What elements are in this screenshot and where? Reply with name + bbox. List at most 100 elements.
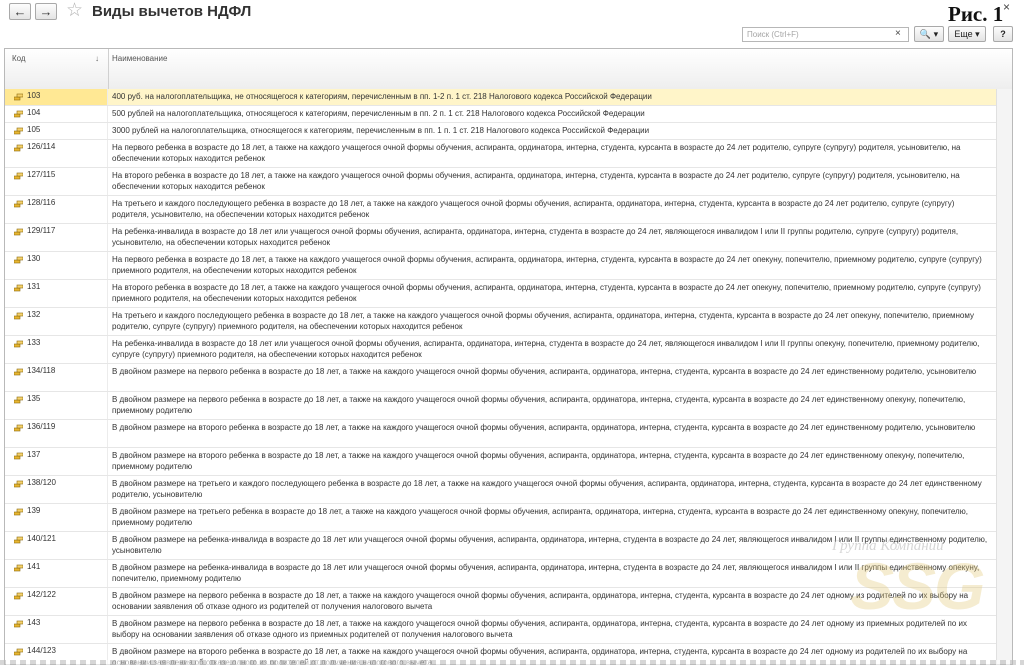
name-value: 400 руб. на налогоплательщика, не относя… [112,92,652,101]
name-value: В двойном размере на третьего и каждого … [112,479,982,499]
code-cell: 105 [5,123,108,139]
catalog-item-icon [14,200,23,208]
code-cell: 140/121 [5,532,108,559]
search-icon: 🔍 ▾ [919,29,939,39]
name-value: В двойном размере на первого ребенка в в… [112,395,966,415]
code-cell: 126/114 [5,140,108,167]
deductions-table: Код ↓ Наименование 103 400 руб. на налого… [4,48,1013,665]
code-value: 126/114 [27,142,56,151]
table-row[interactable]: 132 На третьего и каждого последующего ре… [5,308,996,336]
name-value: 3000 рублей на налогоплательщика, относя… [112,126,650,135]
catalog-item-icon [14,368,23,376]
table-row[interactable]: 126/114 На первого ребенка в возрасте до … [5,140,996,168]
sort-arrow-icon: ↓ [95,54,99,63]
forward-button[interactable]: → [35,3,57,20]
code-value: 128/116 [27,198,56,207]
table-row[interactable]: 133 На ребенка-инвалида в возрасте до 18 … [5,336,996,364]
star-icon[interactable]: ☆ [66,1,83,21]
code-value: 141 [27,562,41,571]
figure-label: Рис. 1 [948,2,1004,26]
search-placeholder: Поиск (Ctrl+F) [747,30,799,39]
table-row[interactable]: 103 400 руб. на налогоплательщика, не отн… [5,89,996,106]
back-button[interactable]: ← [9,3,31,20]
column-header-code[interactable]: Код [12,54,26,63]
name-value: На ребенка-инвалида в возрасте до 18 лет… [112,227,959,247]
code-cell: 138/120 [5,476,108,503]
more-button[interactable]: Еще ▾ [948,26,986,42]
catalog-item-icon [14,508,23,516]
clear-search-icon[interactable]: × [895,28,901,39]
catalog-item-icon [14,424,23,432]
table-row[interactable]: 127/115 На второго ребенка в возрасте до … [5,168,996,196]
table-row[interactable]: 128/116 На третьего и каждого последующег… [5,196,996,224]
table-row[interactable]: 131 На второго ребенка в возрасте до 18 л… [5,280,996,308]
code-value: 104 [27,108,41,117]
torn-edge-decoration [0,660,1024,665]
code-cell: 134/118 [5,364,108,391]
table-row[interactable]: 138/120 В двойном размере на третьего и к… [5,476,996,504]
code-value: 131 [27,282,41,291]
code-value: 132 [27,310,41,319]
code-cell: 141 [5,560,108,587]
close-icon[interactable]: × [1003,0,1010,14]
arrow-left-icon: ← [13,4,27,19]
name-value: В двойном размере на ребенка-инвалида в … [112,535,988,555]
help-icon: ? [1000,29,1006,39]
code-value: 143 [27,618,41,627]
catalog-item-icon [14,452,23,460]
code-value: 138/120 [27,478,56,487]
vertical-scrollbar[interactable] [996,89,1012,664]
table-row[interactable]: 136/119 В двойном размере на второго ребе… [5,420,996,448]
code-value: 135 [27,394,41,403]
code-cell: 136/119 [5,420,108,447]
table-row[interactable]: 135 В двойном размере на первого ребенка … [5,392,996,420]
code-cell: 142/122 [5,588,108,615]
search-input[interactable]: Поиск (Ctrl+F) [742,27,909,42]
name-value: В двойном размере на второго ребенка в в… [112,423,976,432]
app-window: ← → ☆ Виды вычетов НДФЛ Рис. 1 × Поиск (… [0,0,1024,665]
catalog-item-icon [14,564,23,572]
catalog-item-icon [14,396,23,404]
table-row[interactable]: 139 В двойном размере на третьего ребенка… [5,504,996,532]
catalog-item-icon [14,536,23,544]
column-header-name[interactable]: Наименование [112,54,167,63]
more-button-label: Еще ▾ [954,29,980,39]
table-row[interactable]: 134/118 В двойном размере на первого ребе… [5,364,996,392]
table-row[interactable]: 104 500 рублей на налогоплательщика, отно… [5,106,996,123]
code-value: 103 [27,91,41,100]
code-value: 129/117 [27,226,56,235]
table-row[interactable]: 140/121 В двойном размере на ребенка-инва… [5,532,996,560]
arrow-right-icon: → [39,4,53,19]
name-value: На второго ребенка в возрасте до 18 лет,… [112,171,960,191]
code-value: 105 [27,125,41,134]
catalog-item-icon [14,648,23,656]
code-cell: 135 [5,392,108,419]
code-cell: 130 [5,252,108,279]
table-row[interactable]: 141 В двойном размере на ребенка-инвалида… [5,560,996,588]
table-row[interactable]: 129/117 На ребенка-инвалида в возрасте до… [5,224,996,252]
code-value: 142/122 [27,590,56,599]
code-value: 134/118 [27,366,56,375]
table-row[interactable]: 130 На первого ребенка в возрасте до 18 л… [5,252,996,280]
catalog-item-icon [14,312,23,320]
table-row[interactable]: 142/122 В двойном размере на первого ребе… [5,588,996,616]
help-button[interactable]: ? [993,26,1013,42]
code-value: 139 [27,506,41,515]
catalog-item-icon [14,480,23,488]
name-value: В двойном размере на ребенка-инвалида в … [112,563,980,583]
table-header: Код ↓ Наименование [5,49,1012,90]
name-value: В двойном размере на первого ребенка в в… [112,591,969,611]
code-value: 144/123 [27,646,56,655]
name-value: На третьего и каждого последующего ребен… [112,311,974,331]
table-row[interactable]: 105 3000 рублей на налогоплательщика, отн… [5,123,996,140]
search-button[interactable]: 🔍 ▾ [914,26,944,42]
column-separator[interactable] [108,49,109,89]
table-row[interactable]: 137 В двойном размере на второго ребенка … [5,448,996,476]
table-row[interactable]: 143 В двойном размере на первого ребенка … [5,616,996,644]
page-title: Виды вычетов НДФЛ [92,3,252,20]
code-cell: 139 [5,504,108,531]
catalog-item-icon [14,127,23,135]
catalog-item-icon [14,284,23,292]
name-value: На ребенка-инвалида в возрасте до 18 лет… [112,339,980,359]
name-value: В двойном размере на первого ребенка в в… [112,619,967,639]
